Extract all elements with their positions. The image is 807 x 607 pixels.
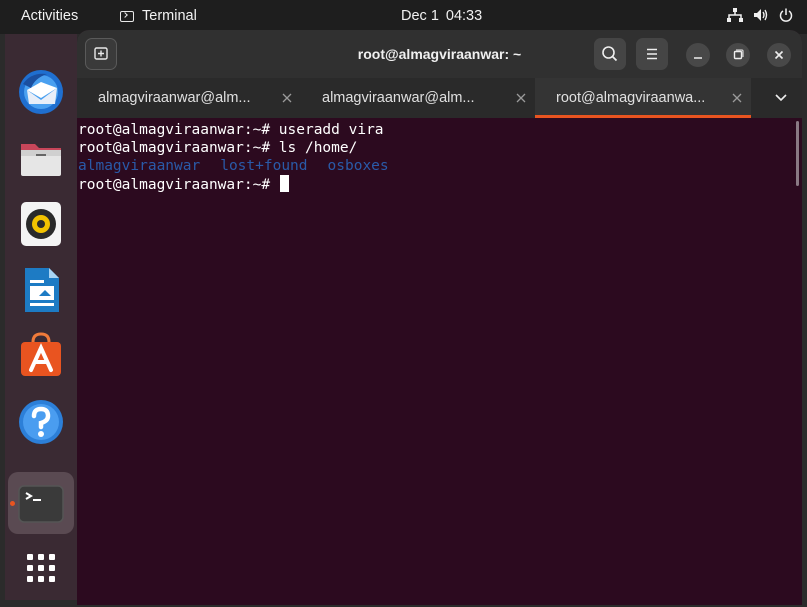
window-title: root@almagviraanwar: ~ [357, 46, 522, 62]
network-icon [727, 8, 743, 22]
software-store-icon [21, 332, 61, 376]
tab-close-icon[interactable] [281, 92, 293, 104]
app-menu-label: Terminal [142, 8, 197, 24]
tab-close-icon[interactable] [731, 92, 743, 104]
header-bar[interactable]: root@almagviraanwar: ~ [77, 30, 802, 78]
hamburger-icon [647, 48, 657, 60]
new-tab-button[interactable] [85, 38, 117, 70]
terminal-line: root@almagviraanwar:~# ls /home/ [78, 140, 358, 156]
thunderbird-launcher[interactable] [17, 68, 65, 116]
close-button[interactable] [767, 43, 791, 67]
terminal-prompt-line: root@almagviraanwar:~# [78, 175, 289, 194]
scrollbar[interactable] [796, 121, 799, 186]
dir-entry: lost+found [220, 158, 308, 174]
show-applications-button[interactable] [17, 546, 65, 594]
top-bar: Activities Terminal Dec 1 04:33 [0, 0, 807, 34]
text-cursor [279, 175, 289, 192]
search-icon [602, 46, 618, 62]
chevron-down-icon[interactable] [773, 91, 789, 105]
terminal-icon [120, 10, 134, 22]
tab-label: almagviraanwar@alm... [322, 90, 475, 106]
dock [5, 34, 77, 600]
tab-1[interactable]: almagviraanwar@alm... [77, 78, 301, 118]
ubuntu-software-launcher[interactable] [17, 332, 65, 380]
app-grid-icon [27, 554, 55, 582]
tab-3-active[interactable]: root@almagviraanwa... [535, 78, 751, 118]
clock-time: 04:33 [445, 8, 483, 24]
power-icon [779, 8, 793, 22]
tab-label: root@almagviraanwa... [556, 90, 706, 106]
maximize-icon [733, 49, 744, 60]
dir-entry: almagviraanwar [78, 158, 201, 174]
close-icon [774, 50, 784, 60]
tab-label: almagviraanwar@alm... [98, 90, 251, 106]
folder-icon [21, 144, 61, 176]
volume-icon [754, 9, 768, 21]
mail-client-icon [19, 70, 63, 114]
files-launcher[interactable] [17, 134, 65, 182]
tab-2[interactable]: almagviraanwar@alm... [301, 78, 535, 118]
tab-close-icon[interactable] [515, 92, 527, 104]
terminal-launcher[interactable] [17, 480, 65, 528]
terminal-output[interactable]: root@almagviraanwar:~# useradd vira root… [77, 118, 802, 605]
activities-button[interactable]: Activities [21, 8, 78, 24]
directory-listing: almagviraanwar lost+found osboxes [78, 157, 389, 175]
terminal-icon [18, 485, 64, 523]
clock[interactable]: Dec 1 04:33 [401, 8, 489, 24]
tab-bar: almagviraanwar@alm... almagviraanwar@alm… [77, 78, 802, 118]
search-button[interactable] [594, 38, 626, 70]
terminal-line: root@almagviraanwar:~# useradd vira [78, 122, 384, 138]
help-icon [19, 400, 63, 444]
system-tray[interactable] [727, 8, 793, 22]
menu-button[interactable] [636, 38, 668, 70]
libreoffice-writer-launcher[interactable] [17, 266, 65, 314]
dir-entry: osboxes [327, 158, 389, 174]
document-icon [25, 268, 59, 312]
music-player-icon [21, 202, 61, 246]
terminal-prompt: root@almagviraanwar:~# [78, 177, 279, 193]
terminal-window: root@almagviraanwar: ~ almagviraanwar@al… [77, 30, 802, 605]
minimize-icon [694, 57, 702, 59]
clock-date: Dec 1 [401, 8, 439, 24]
minimize-button[interactable] [686, 43, 710, 67]
app-menu[interactable]: Terminal [120, 8, 197, 24]
rhythmbox-launcher[interactable] [17, 200, 65, 248]
maximize-button[interactable] [726, 43, 750, 67]
running-indicator [10, 501, 15, 506]
help-launcher[interactable] [17, 398, 65, 446]
new-tab-icon [94, 47, 108, 60]
